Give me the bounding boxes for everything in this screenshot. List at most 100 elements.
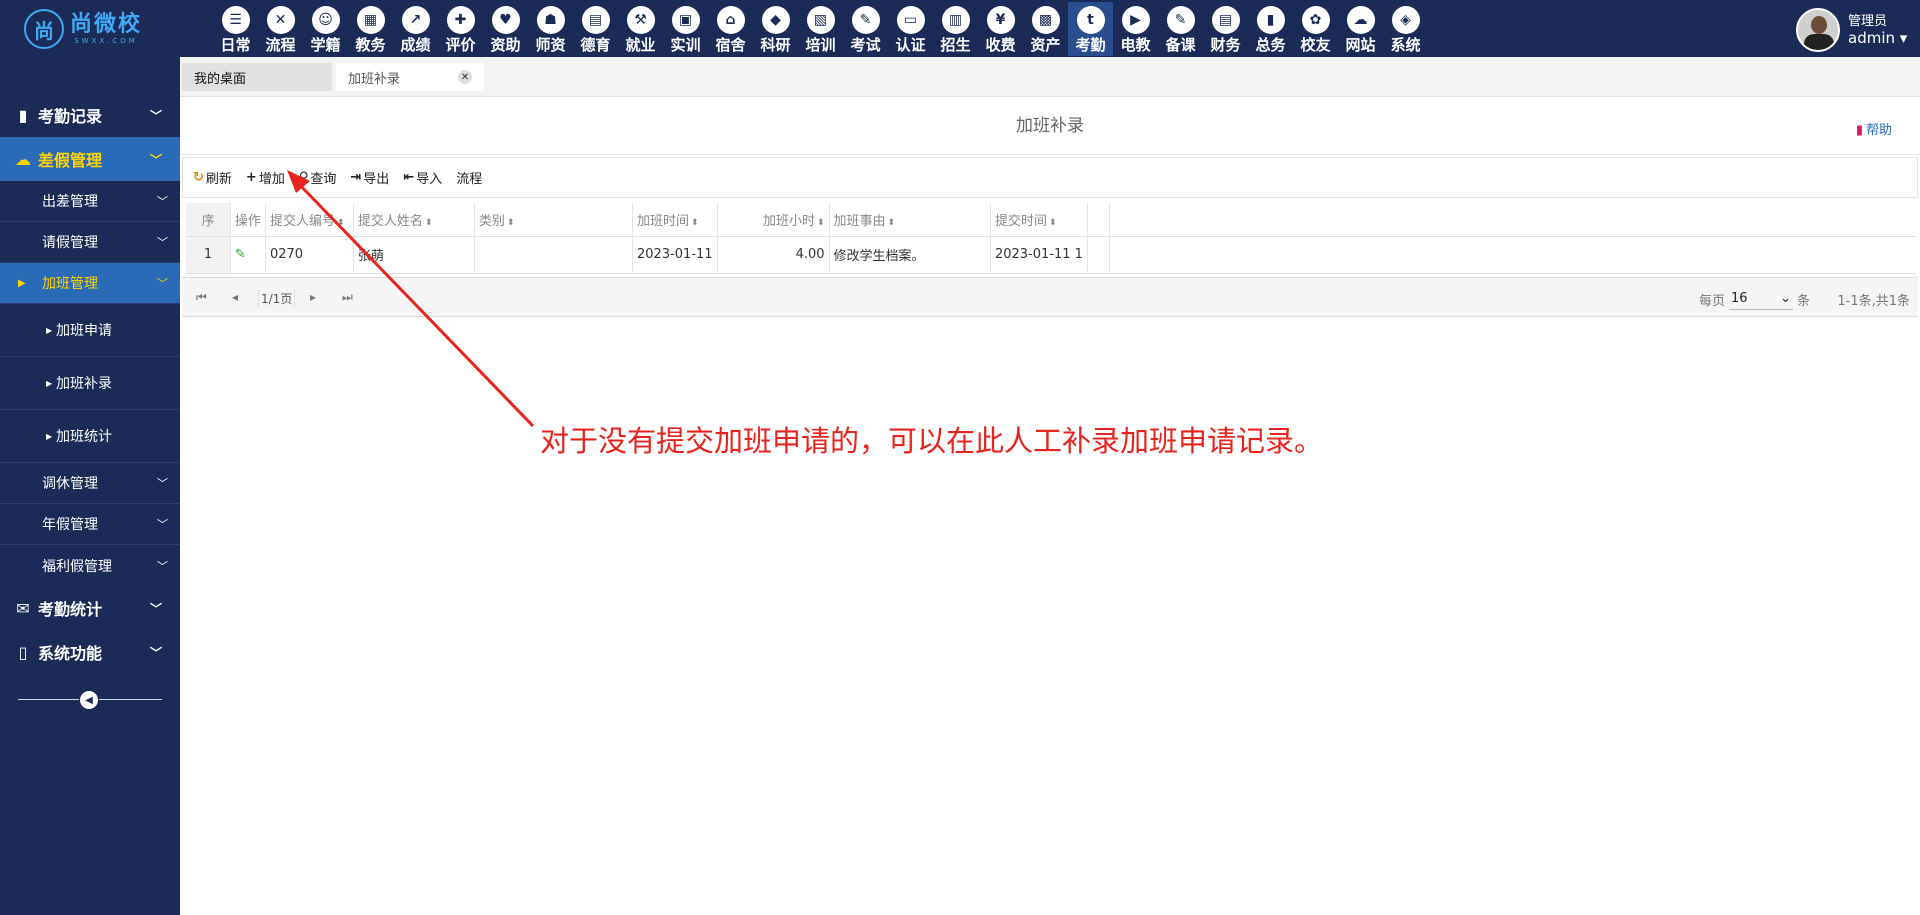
sidebar-item-system-functions[interactable]: ▯ 系统功能 ﹀	[0, 630, 180, 674]
chevron-down-icon: ﹀	[157, 518, 168, 531]
sidebar-collapse-toggle[interactable]: ◀	[18, 690, 162, 710]
module-2[interactable]: ☺ 学籍	[303, 2, 348, 56]
first-page-icon[interactable]: ⏮	[196, 290, 207, 305]
module-3[interactable]: ▦ 教务	[348, 2, 393, 56]
module-18[interactable]: ▩ 资产	[1023, 2, 1068, 56]
sidebar-item-attendance-records[interactable]: ▮ 考勤记录 ﹀	[0, 93, 180, 137]
module-12[interactable]: ◆ 科研	[753, 2, 798, 56]
cell-emp-no: 0270	[265, 236, 354, 274]
sidebar-item-leave-request[interactable]: 请假管理 ﹀	[0, 222, 180, 263]
graduation-cap-icon: ◆	[761, 6, 790, 34]
training-icon: ▣	[671, 6, 700, 34]
module-17[interactable]: ¥ 收费	[978, 2, 1023, 56]
module-15[interactable]: ▭ 认证	[888, 2, 933, 56]
export-icon: ⇥	[350, 170, 362, 185]
column-header-reason[interactable]: 加班事由 ⬍	[829, 203, 991, 237]
column-header-ot-time[interactable]: 加班时间 ⬍	[632, 203, 718, 237]
sidebar-item-leave-management[interactable]: ☁ 差假管理 ﹀	[0, 137, 180, 181]
student-icon: ☺	[311, 6, 340, 34]
caret-left-icon[interactable]: ◀	[79, 690, 99, 710]
envelope-icon: ✉	[16, 598, 30, 618]
module-25[interactable]: ☁ 网站	[1338, 2, 1383, 56]
module-label: 总务	[1255, 36, 1286, 54]
refresh-button[interactable]: ↻ 刷新	[193, 168, 232, 187]
key-icon: ✎	[851, 6, 880, 34]
chevron-down-icon: ﹀	[157, 236, 168, 249]
edit-icon[interactable]: ✎	[235, 247, 246, 262]
module-20[interactable]: ▶ 电教	[1113, 2, 1158, 56]
sidebar-item-business-trip[interactable]: 出差管理 ﹀	[0, 181, 180, 222]
module-23[interactable]: ▮ 总务	[1248, 2, 1293, 56]
last-page-icon[interactable]: ⏭	[342, 290, 353, 305]
module-label: 收费	[985, 36, 1016, 54]
sidebar-item-comp-time[interactable]: 调休管理 ﹀	[0, 463, 180, 504]
sidebar-item-overtime[interactable]: ▶ 加班管理 ﹀	[0, 263, 180, 304]
video-icon: ▶	[1121, 6, 1150, 34]
module-9[interactable]: ⚒ 就业	[618, 2, 663, 56]
column-header-emp-name[interactable]: 提交人姓名 ⬍	[353, 203, 475, 237]
column-header-category[interactable]: 类别 ⬍	[474, 203, 634, 237]
module-1[interactable]: ✕ 流程	[258, 2, 303, 56]
column-header-emp-no[interactable]: 提交人编号 ⬍	[265, 203, 354, 237]
column-header-submit-time[interactable]: 提交时间 ⬍	[990, 203, 1088, 237]
module-0[interactable]: ☰ 日常	[213, 2, 258, 56]
per-page-select[interactable]: 16 ⌄	[1728, 288, 1793, 310]
user-name[interactable]: admin ▾	[1848, 30, 1907, 46]
tab-overtime-supplement[interactable]: 加班补录 ✕	[336, 63, 484, 91]
flow-button[interactable]: 流程	[456, 168, 482, 187]
sidebar-item-attendance-stats[interactable]: ✉ 考勤统计 ﹀	[0, 586, 180, 630]
module-6[interactable]: ♥ 资助	[483, 2, 528, 56]
cloud-icon: ☁	[1346, 6, 1375, 34]
bus-icon: ▥	[941, 6, 970, 34]
module-11[interactable]: ⌂ 宿舍	[708, 2, 753, 56]
sidebar-item-overtime-supplement[interactable]: ▶ 加班补录	[0, 357, 180, 410]
overtime-table: 序 操作 提交人编号 ⬍ 提交人姓名 ⬍ 类别 ⬍ 加班时间 ⬍ 加班小时 ⬍ 加班事由 ⬍…	[186, 203, 1916, 274]
module-13[interactable]: ▧ 培训	[798, 2, 843, 56]
sidebar-item-welfare-leave[interactable]: 福利假管理 ﹀	[0, 545, 180, 586]
module-16[interactable]: ▥ 招生	[933, 2, 978, 56]
module-19[interactable]: t 考勤	[1068, 2, 1113, 56]
add-button[interactable]: + 增加	[246, 168, 285, 187]
import-button[interactable]: ⇤ 导入	[403, 168, 442, 187]
column-header-ot-hours[interactable]: 加班小时 ⬍	[717, 203, 830, 237]
refresh-icon: ↻	[193, 170, 204, 185]
sort-icon: ⬍	[691, 217, 699, 228]
help-link[interactable]: ▮ 帮助	[1856, 119, 1892, 138]
module-21[interactable]: ✎ 备课	[1158, 2, 1203, 56]
export-button[interactable]: ⇥ 导出	[350, 168, 389, 187]
prev-page-icon[interactable]: ◂	[232, 290, 238, 304]
module-menu: ☰ 日常 ✕ 流程 ☺ 学籍 ▦ 教务 ↗ 成绩 ✚ 评价 ♥ 资助 ☗ 师资 ▤ 德育 ⚒ 就业 ▣ 实训 ⌂ 宿舍 ◆ 科研 ▧…	[213, 2, 1428, 56]
module-14[interactable]: ✎ 考试	[843, 2, 888, 56]
user-menu[interactable]: 管理员 admin ▾	[1796, 8, 1907, 52]
avatar[interactable]	[1796, 8, 1840, 52]
module-label: 流程	[265, 36, 296, 54]
import-icon: ⇤	[403, 170, 415, 185]
module-24[interactable]: ✿ 校友	[1293, 2, 1338, 56]
module-7[interactable]: ☗ 师资	[528, 2, 573, 56]
school-logo[interactable]: 尚 尚微校 SWXX.COM	[24, 6, 174, 52]
module-10[interactable]: ▣ 实训	[663, 2, 708, 56]
table-row[interactable]: 1 ✎ 0270 张萌 2023-01-11 4.00 修改学生档案。 2023-01-11 …	[186, 236, 1916, 274]
module-label: 资产	[1030, 36, 1061, 54]
calendar-icon: ▦	[356, 6, 385, 34]
module-5[interactable]: ✚ 评价	[438, 2, 483, 56]
module-label: 财务	[1210, 36, 1241, 54]
caret-right-icon: ▶	[46, 325, 53, 335]
tab-my-desk[interactable]: 我的桌面	[182, 63, 332, 91]
module-4[interactable]: ↗ 成绩	[393, 2, 438, 56]
chevron-down-icon: ﹀	[149, 645, 162, 660]
module-label: 系统	[1390, 36, 1421, 54]
data-grid: 序 操作 提交人编号 ⬍ 提交人姓名 ⬍ 类别 ⬍ 加班时间 ⬍ 加班小时 ⬍ 加班事由 ⬍…	[186, 203, 1916, 274]
close-icon[interactable]: ✕	[458, 70, 472, 84]
book-icon: ▮	[1855, 123, 1863, 138]
bar-chart-icon: ▮	[1256, 6, 1285, 34]
sidebar-item-overtime-stats[interactable]: ▶ 加班统计	[0, 410, 180, 463]
cell-submit-time: 2023-01-11 1	[990, 236, 1088, 274]
sidebar-item-overtime-apply[interactable]: ▶ 加班申请	[0, 304, 180, 357]
module-22[interactable]: ▤ 财务	[1203, 2, 1248, 56]
next-page-icon[interactable]: ▸	[310, 290, 316, 304]
sidebar-item-annual-leave[interactable]: 年假管理 ﹀	[0, 504, 180, 545]
query-button[interactable]: ⚲ 查询	[299, 168, 337, 187]
module-26[interactable]: ◈ 系统	[1383, 2, 1428, 56]
module-8[interactable]: ▤ 德育	[573, 2, 618, 56]
